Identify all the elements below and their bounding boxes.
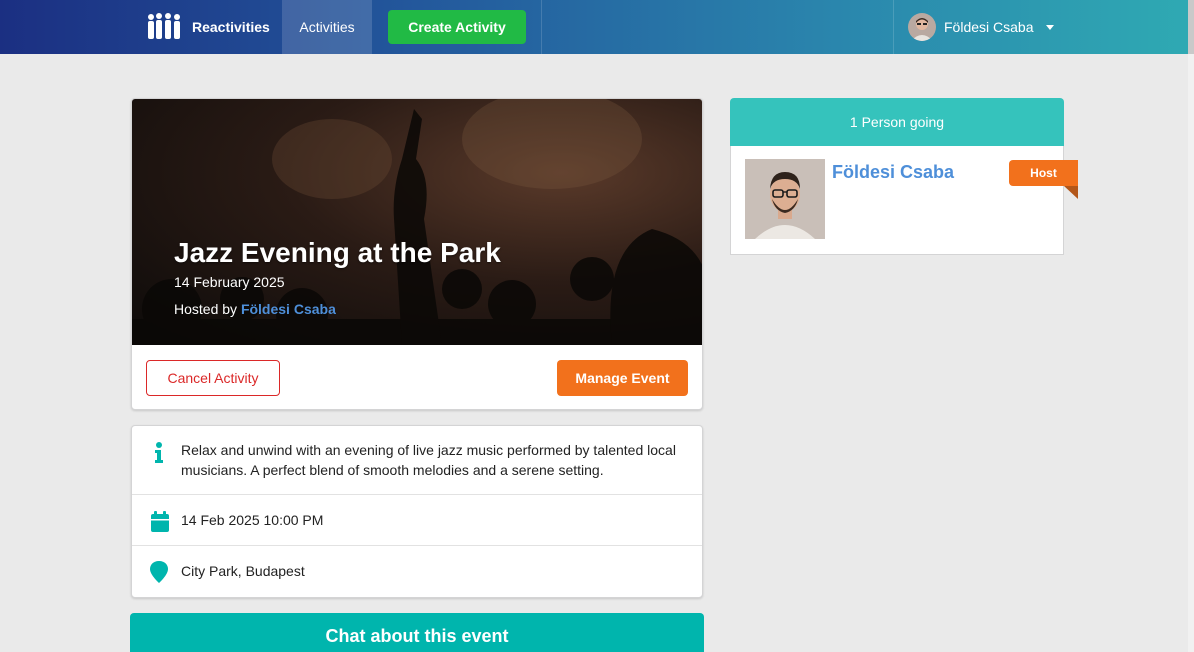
activity-title: Jazz Evening at the Park [174,237,501,268]
brand-label: Reactivities [192,19,270,35]
activity-datetime: 14 Feb 2025 10:00 PM [181,512,324,528]
brand-link[interactable]: Reactivities [146,0,282,54]
chevron-down-icon [1045,24,1054,30]
avatar [908,13,936,41]
nav-divider [893,0,894,54]
hosted-by-label: Hosted by [174,301,241,317]
create-activity-button[interactable]: Create Activity [388,10,526,44]
nav-activities[interactable]: Activities [282,0,372,54]
description-row: Relax and unwind with an evening of live… [132,426,702,495]
host-badge: Host [1009,160,1078,186]
group-logo-icon [148,13,180,39]
map-marker-icon [150,561,168,583]
top-navbar: Reactivities Activities Create Activity … [0,0,1194,54]
activity-description: Relax and unwind with an evening of live… [181,442,676,478]
datetime-row: 14 Feb 2025 10:00 PM [132,495,702,546]
hosted-by: Hosted by Földesi Csaba [174,301,336,317]
activity-header-card: Jazz Evening at the Park 14 February 202… [131,98,703,410]
attendee-photo[interactable] [745,159,825,239]
attendees-header: 1 Person going [730,98,1064,146]
activity-location: City Park, Budapest [181,563,305,579]
scrollbar-thumb[interactable] [1188,0,1194,54]
cancel-activity-button[interactable]: Cancel Activity [146,360,280,396]
activity-details-card: Relax and unwind with an evening of live… [131,425,703,598]
location-row: City Park, Budapest [132,546,702,597]
host-profile-link[interactable]: Földesi Csaba [241,301,336,317]
info-icon [155,442,163,463]
event-image: Jazz Evening at the Park 14 February 202… [132,99,702,345]
user-menu[interactable]: Földesi Csaba [908,0,1058,54]
attendee-name[interactable]: Földesi Csaba [832,162,954,183]
chat-header: Chat about this event [130,613,704,652]
ribbon-fold [1064,186,1078,199]
scrollbar-track[interactable] [1188,0,1194,652]
activity-date: 14 February 2025 [174,274,285,290]
user-name: Földesi Csaba [944,19,1034,35]
manage-event-button[interactable]: Manage Event [557,360,688,396]
nav-divider [541,0,542,54]
calendar-icon [151,511,169,532]
